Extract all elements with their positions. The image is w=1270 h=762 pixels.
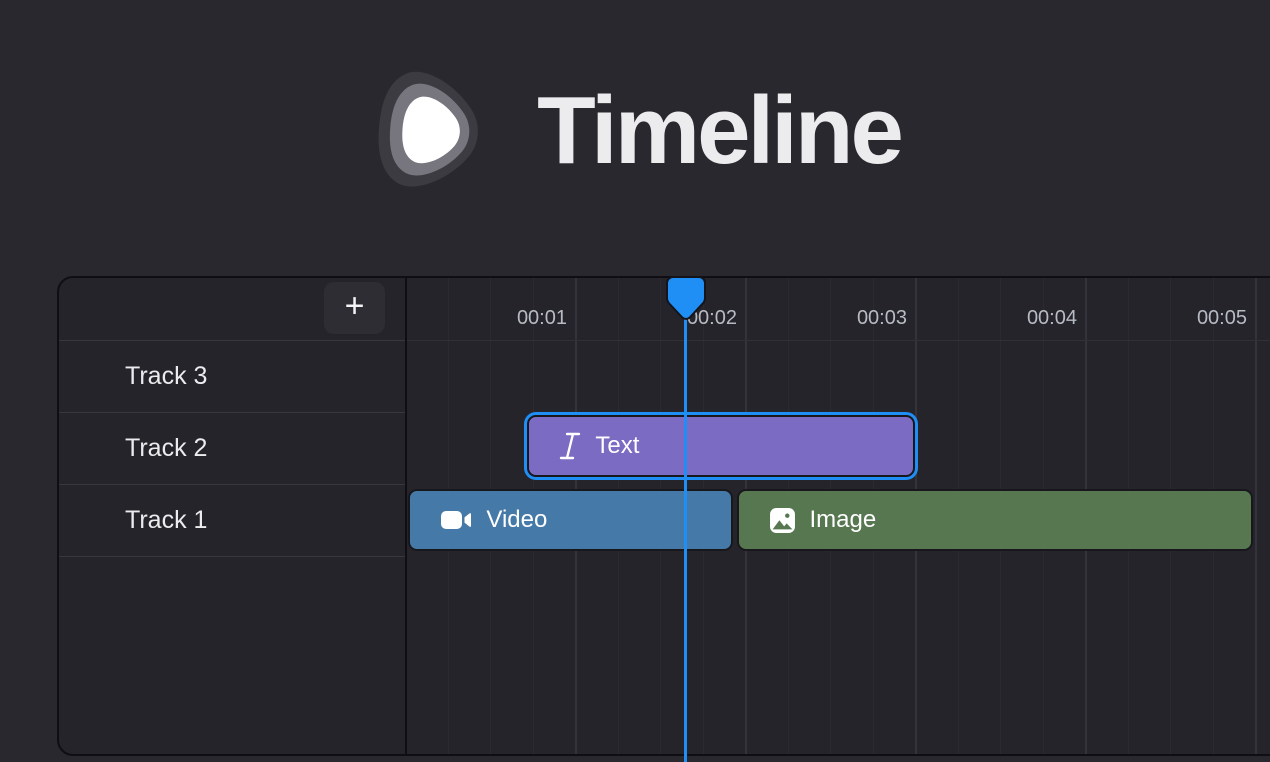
app-header: Timeline: [0, 64, 1270, 198]
image-photo-icon: [769, 507, 796, 534]
video-camera-icon: [440, 508, 472, 532]
plus-icon: +: [345, 287, 365, 326]
clip-label: Text: [595, 432, 639, 460]
clip-text[interactable]: Text: [527, 415, 915, 477]
play-blob-icon: [369, 64, 501, 198]
tracks-end-divider: [59, 556, 405, 557]
timeline-panel: + Track 3 Track 2 Track 1 00:0100:0200:0…: [57, 276, 1270, 756]
ruler-tick-label: 00:05: [1137, 307, 1247, 330]
track-label: Track 1: [125, 506, 207, 535]
track-label: Track 3: [125, 362, 207, 391]
track-label: Track 2: [125, 434, 207, 463]
gridline-second: [1255, 278, 1257, 754]
playhead-line: [684, 276, 687, 762]
page-background: { "header": { "title": "Timeline", "logo…: [0, 0, 1270, 760]
app-title: Timeline: [537, 83, 901, 179]
playhead-handle[interactable]: [664, 276, 708, 326]
track-sidebar: + Track 3 Track 2 Track 1: [59, 278, 407, 754]
ruler-tick-label: 00:01: [457, 307, 567, 330]
add-track-button[interactable]: +: [324, 282, 385, 334]
ruler-tick-label: 00:04: [967, 307, 1077, 330]
clip-label: Video: [486, 506, 547, 534]
track-row: Track 2: [59, 412, 405, 484]
time-ruler[interactable]: 00:0100:0200:0300:0400:05: [407, 278, 1270, 341]
clip-image[interactable]: Image: [737, 489, 1254, 551]
track-row: Track 1: [59, 484, 405, 556]
ruler-tick-label: 00:03: [797, 307, 907, 330]
clip-label: Image: [810, 506, 877, 534]
italic-text-icon: [559, 432, 581, 460]
sidebar-header: +: [59, 278, 405, 340]
timeline-grid: 00:0100:0200:0300:0400:05 Text Video: [407, 278, 1270, 754]
track-row: Track 3: [59, 340, 405, 412]
